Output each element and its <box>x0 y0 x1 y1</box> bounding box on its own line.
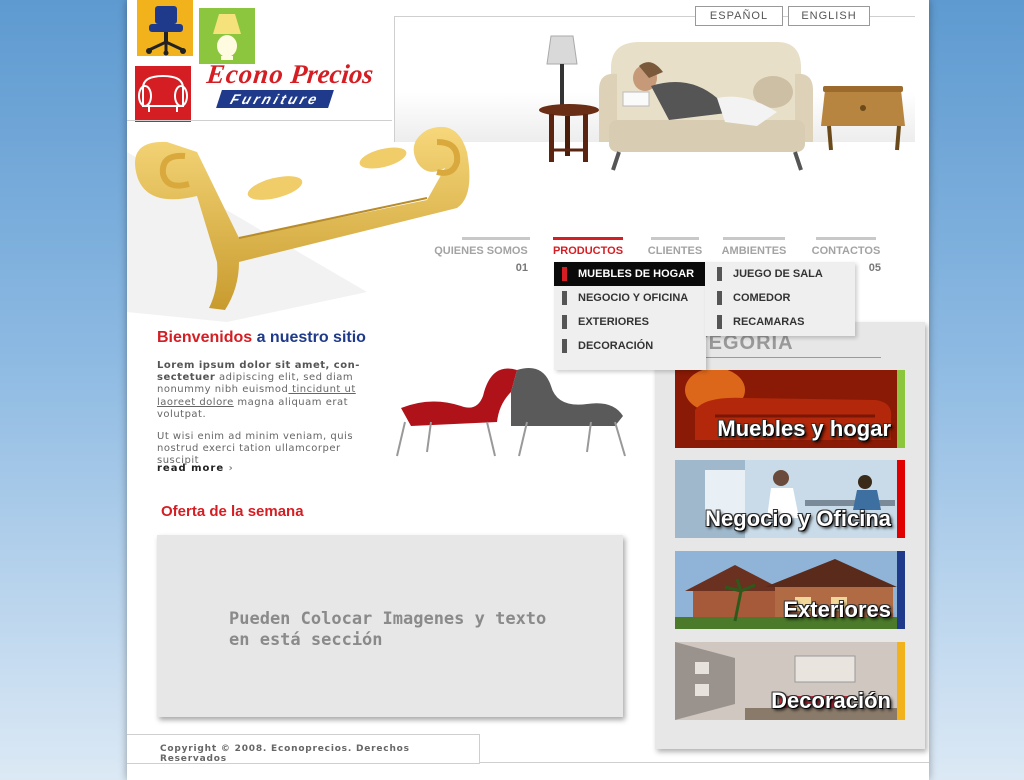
bullet-marker <box>562 291 567 305</box>
menu-item-muebles-hogar[interactable]: MUEBLES DE HOGAR <box>554 262 706 286</box>
oferta-line-2: en está sección <box>229 630 383 650</box>
menu-item-recamaras[interactable]: RECAMARAS <box>705 310 855 334</box>
bullet-marker <box>717 291 722 305</box>
nav-bar <box>816 237 876 240</box>
logo-wordmark: Econo Precios Furniture <box>205 59 375 109</box>
chevron-right-icon: › <box>228 463 234 474</box>
brand-sub: Furniture <box>216 90 335 108</box>
menu-label: NEGOCIO Y OFICINA <box>578 292 689 304</box>
nav-label: CONTACTOS <box>811 245 881 257</box>
bullet-marker <box>562 267 567 281</box>
menu-item-decoracion[interactable]: DECORACIÓN <box>554 334 706 358</box>
bullet-marker <box>562 315 567 329</box>
menu-item-negocio-oficina[interactable]: NEGOCIO Y OFICINA <box>554 286 706 310</box>
nav-label: AMBIENTES <box>721 245 787 257</box>
divider <box>479 762 929 763</box>
muebles-submenu: JUEGO DE SALA COMEDOR RECAMARAS <box>705 262 855 336</box>
menu-item-comedor[interactable]: COMEDOR <box>705 286 855 310</box>
lamp-icon <box>199 8 255 64</box>
menu-label: DECORACIÓN <box>578 340 654 352</box>
footer: Copyright © 2008. Econoprecios. Derechos… <box>127 734 480 764</box>
menu-item-exteriores[interactable]: EXTERIORES <box>554 310 706 334</box>
category-negocio-oficina[interactable]: Negocio y Oficina <box>675 460 905 538</box>
hero-image <box>539 32 909 182</box>
logo[interactable]: Econo Precios Furniture <box>132 0 382 122</box>
category-exteriores[interactable]: Exteriores <box>675 551 905 629</box>
welcome-heading-rest: a nuestro sitio <box>252 329 366 346</box>
nav-bar <box>553 237 623 240</box>
menu-item-juego-sala[interactable]: JUEGO DE SALA <box>705 262 855 286</box>
copyright-text: Copyright © 2008. Econoprecios. Derechos… <box>160 744 410 764</box>
category-label: Negocio y Oficina <box>705 506 891 531</box>
nav-number: 01 <box>515 262 528 274</box>
productos-dropdown: MUEBLES DE HOGAR NEGOCIO Y OFICINA EXTER… <box>554 262 706 370</box>
yellow-sofa-image <box>127 112 477 322</box>
nav-bar <box>651 237 699 240</box>
menu-label: COMEDOR <box>733 292 791 304</box>
nav-clientes[interactable]: CLIENTES <box>644 237 706 257</box>
nav-label: CLIENTES <box>647 245 703 257</box>
menu-label: EXTERIORES <box>578 316 649 328</box>
category-decoracion[interactable]: Decoración <box>675 642 905 720</box>
oferta-box: Pueden Colocar Imagenes y texto en está … <box>157 535 623 717</box>
lang-english-button[interactable]: ENGLISH <box>788 6 870 26</box>
welcome-heading-red: Bienvenidos <box>157 329 253 346</box>
welcome-text: Lorem ipsum dolor sit amet, con-sectetue… <box>157 360 385 478</box>
divider <box>677 357 881 358</box>
page: Econo Precios Furniture ESPAÑOL ENGLISH <box>127 0 929 780</box>
oferta-heading: Oferta de la semana <box>161 503 304 520</box>
categoria-panel: CATEGORIA Muebles y hogar Negocio y Ofic… <box>655 322 925 749</box>
oferta-line-1: Pueden Colocar Imagenes y texto <box>229 609 547 629</box>
lang-espanol-button[interactable]: ESPAÑOL <box>695 6 783 26</box>
menu-label: RECAMARAS <box>733 316 805 328</box>
nav-quienes-somos[interactable]: QUIENES SOMOS 01 <box>432 237 530 274</box>
read-more-link[interactable]: read more › <box>157 463 234 474</box>
nav-bar <box>462 237 530 240</box>
nav-label: PRODUCTOS <box>552 245 624 257</box>
nav-bar <box>723 237 785 240</box>
oferta-placeholder-text: Pueden Colocar Imagenes y texto en está … <box>229 609 546 651</box>
category-label: Muebles y hogar <box>717 416 891 441</box>
menu-label: MUEBLES DE HOGAR <box>578 268 695 280</box>
welcome-heading: Bienvenidos a nuestro sitio <box>157 329 366 347</box>
bullet-marker <box>717 315 722 329</box>
nav-productos[interactable]: PRODUCTOS <box>551 237 625 257</box>
category-label: Decoración <box>771 688 891 713</box>
category-label: Exteriores <box>783 597 891 622</box>
brand-name: Econo Precios <box>205 59 375 89</box>
category-muebles-hogar[interactable]: Muebles y hogar <box>675 370 905 448</box>
nav-label: QUIENES SOMOS <box>434 245 528 257</box>
read-more-label: read more <box>157 463 225 474</box>
nav-ambientes[interactable]: AMBIENTES <box>719 237 789 257</box>
office-chair-icon <box>137 0 193 56</box>
menu-label: JUEGO DE SALA <box>733 268 823 280</box>
bullet-marker <box>562 339 567 353</box>
chairs-image <box>391 356 629 462</box>
bullet-marker <box>717 267 722 281</box>
